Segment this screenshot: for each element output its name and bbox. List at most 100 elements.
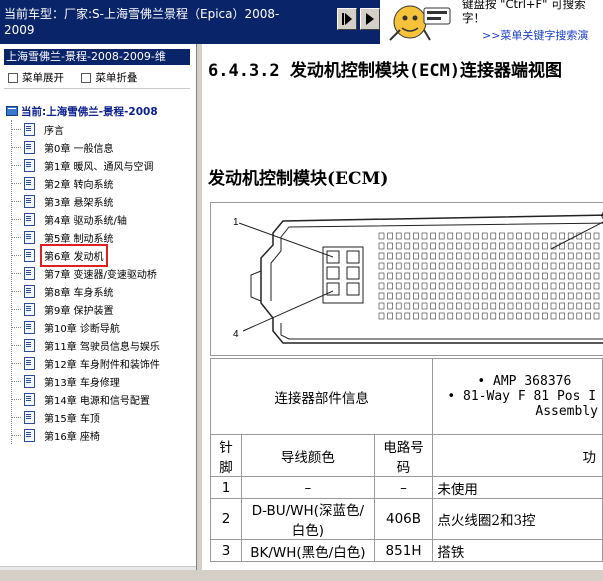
connector-pin — [533, 302, 540, 310]
tree-item-ch14[interactable]: 第14章 电源和信号配置 — [12, 390, 176, 408]
connector-pin — [473, 292, 479, 300]
connector-pin — [585, 252, 591, 260]
connector-pin — [378, 252, 385, 260]
connector-pin — [593, 312, 600, 320]
wire-cell: – — [241, 476, 375, 499]
connector-pin — [438, 262, 445, 270]
connector-pin — [421, 252, 428, 260]
expand-all-button[interactable]: 菜单展开 — [8, 70, 64, 85]
connector-pin — [550, 232, 557, 240]
connector-pin — [567, 282, 574, 290]
tree-item-ch2[interactable]: 第2章 转向系统 — [12, 174, 176, 192]
connector-pin — [438, 252, 445, 260]
connector-pin — [542, 272, 548, 280]
connector-pin — [490, 262, 497, 270]
tree-item-ch15[interactable]: 第15章 车顶 — [12, 408, 176, 426]
document-icon — [24, 302, 35, 316]
connector-pin — [516, 252, 522, 260]
connector-pin — [473, 252, 479, 260]
mascot-illustration — [380, 0, 458, 44]
connector-pin — [490, 232, 497, 240]
connector-pin — [413, 282, 419, 290]
connector-pin — [430, 272, 436, 280]
connector-pin — [430, 312, 436, 320]
tree-item-ch3[interactable]: 第3章 悬架系统 — [12, 192, 176, 210]
document-icon — [24, 230, 35, 244]
connector-pin — [395, 302, 402, 310]
search-tip: 键盘按 "Ctrl+F" 可搜索 字！ — [462, 0, 603, 25]
tree-item-ch9[interactable]: 第9章 保护装置 — [12, 300, 176, 318]
connector-pin — [447, 252, 454, 260]
tree-item-ch0[interactable]: 第0章 一般信息 — [12, 138, 176, 156]
connector-pin — [430, 292, 436, 300]
connector-pin — [499, 292, 505, 300]
connector-pin — [430, 252, 436, 260]
connector-pin — [464, 242, 471, 250]
document-icon — [24, 176, 35, 190]
collapse-all-button[interactable]: 菜单折叠 — [81, 70, 137, 85]
connector-pin — [550, 252, 557, 260]
tree-item-label: 第6章 发动机 — [40, 243, 108, 267]
connector-pin — [593, 302, 600, 310]
connector-pin — [559, 282, 565, 290]
tree-item-preface[interactable]: 序言 — [12, 120, 176, 138]
tree-item-ch13[interactable]: 第13章 车身修理 — [12, 372, 176, 390]
window-title-line2: 2009 — [4, 23, 35, 37]
table-row: 1 – – 未使用 — [209, 476, 603, 499]
connector-pin — [473, 312, 479, 320]
connector-pin — [447, 312, 454, 320]
connector-pin — [524, 262, 531, 270]
connector-pin — [456, 282, 462, 290]
tree-item-ch12[interactable]: 第12章 车身附件和装饰件 — [12, 354, 176, 372]
connector-pin — [421, 282, 428, 290]
document-icon — [24, 392, 35, 406]
connector-pin — [524, 232, 531, 240]
connector-pin — [542, 312, 548, 320]
tree-item-ch11[interactable]: 第11章 驾驶员信息与娱乐 — [12, 336, 176, 354]
connector-pin — [490, 292, 497, 300]
tree-item-ch1[interactable]: 第1章 暖风、通风与空调 — [12, 156, 176, 174]
connector-pin — [413, 272, 419, 280]
document-icon — [24, 140, 35, 154]
tree-item-ch4[interactable]: 第4章 驱动系统/轴 — [12, 210, 176, 228]
connector-pin — [473, 262, 479, 270]
tree-item-ch5[interactable]: 第5章 制动系统 — [12, 228, 176, 246]
tree-item-ch7[interactable]: 第7章 变速器/变速驱动桥 — [12, 264, 176, 282]
connector-pin — [473, 242, 479, 250]
connector-pin — [481, 272, 488, 280]
connector-pin — [499, 282, 505, 290]
tree-item-ch6-selected[interactable]: 第6章 发动机 — [12, 243, 176, 267]
connector-pin — [533, 312, 540, 320]
connector-pin — [438, 272, 445, 280]
part-description-cont: Assembly — [535, 404, 598, 419]
connector-pin — [413, 312, 419, 320]
pin-grid — [378, 232, 600, 320]
connector-pin — [404, 282, 411, 290]
ecm-connector-drawing: 1 4 6 — [233, 211, 603, 344]
connector-pin — [559, 252, 565, 260]
tree-root[interactable]: 当前:上海雪佛兰-景程-2008 — [6, 102, 176, 120]
connector-pin — [481, 302, 488, 310]
connector-pin — [490, 312, 497, 320]
connector-pin — [438, 302, 445, 310]
connector-pin — [542, 252, 548, 260]
tree-item-ch16[interactable]: 第16章 座椅 — [12, 426, 176, 444]
connector-pin — [395, 252, 402, 260]
tree-item-ch8[interactable]: 第8章 车身系统 — [12, 282, 176, 300]
forward-button[interactable] — [360, 8, 380, 30]
connector-pin — [438, 232, 445, 240]
connector-pin — [404, 302, 411, 310]
pin-cell: 3 — [209, 539, 243, 562]
tree-item-ch10[interactable]: 第10章 诊断导航 — [12, 318, 176, 336]
callout-1-label: 1 — [233, 217, 239, 228]
tree-item-label: 第1章 暖风、通风与空调 — [44, 161, 154, 173]
connector-pin — [481, 282, 488, 290]
connector-pin — [593, 252, 600, 260]
function-cell: 点火线圈2和3控 — [432, 498, 603, 540]
collapse-icon — [81, 72, 92, 83]
search-demo-link[interactable]: >>菜单关键字搜索演 — [482, 27, 588, 43]
next-button[interactable] — [337, 8, 357, 30]
connector-pin — [585, 232, 591, 240]
connector-pin — [456, 242, 462, 250]
section-heading: 6.4.3.2 发动机控制模块(ECM)连接器端视图 — [208, 61, 563, 81]
